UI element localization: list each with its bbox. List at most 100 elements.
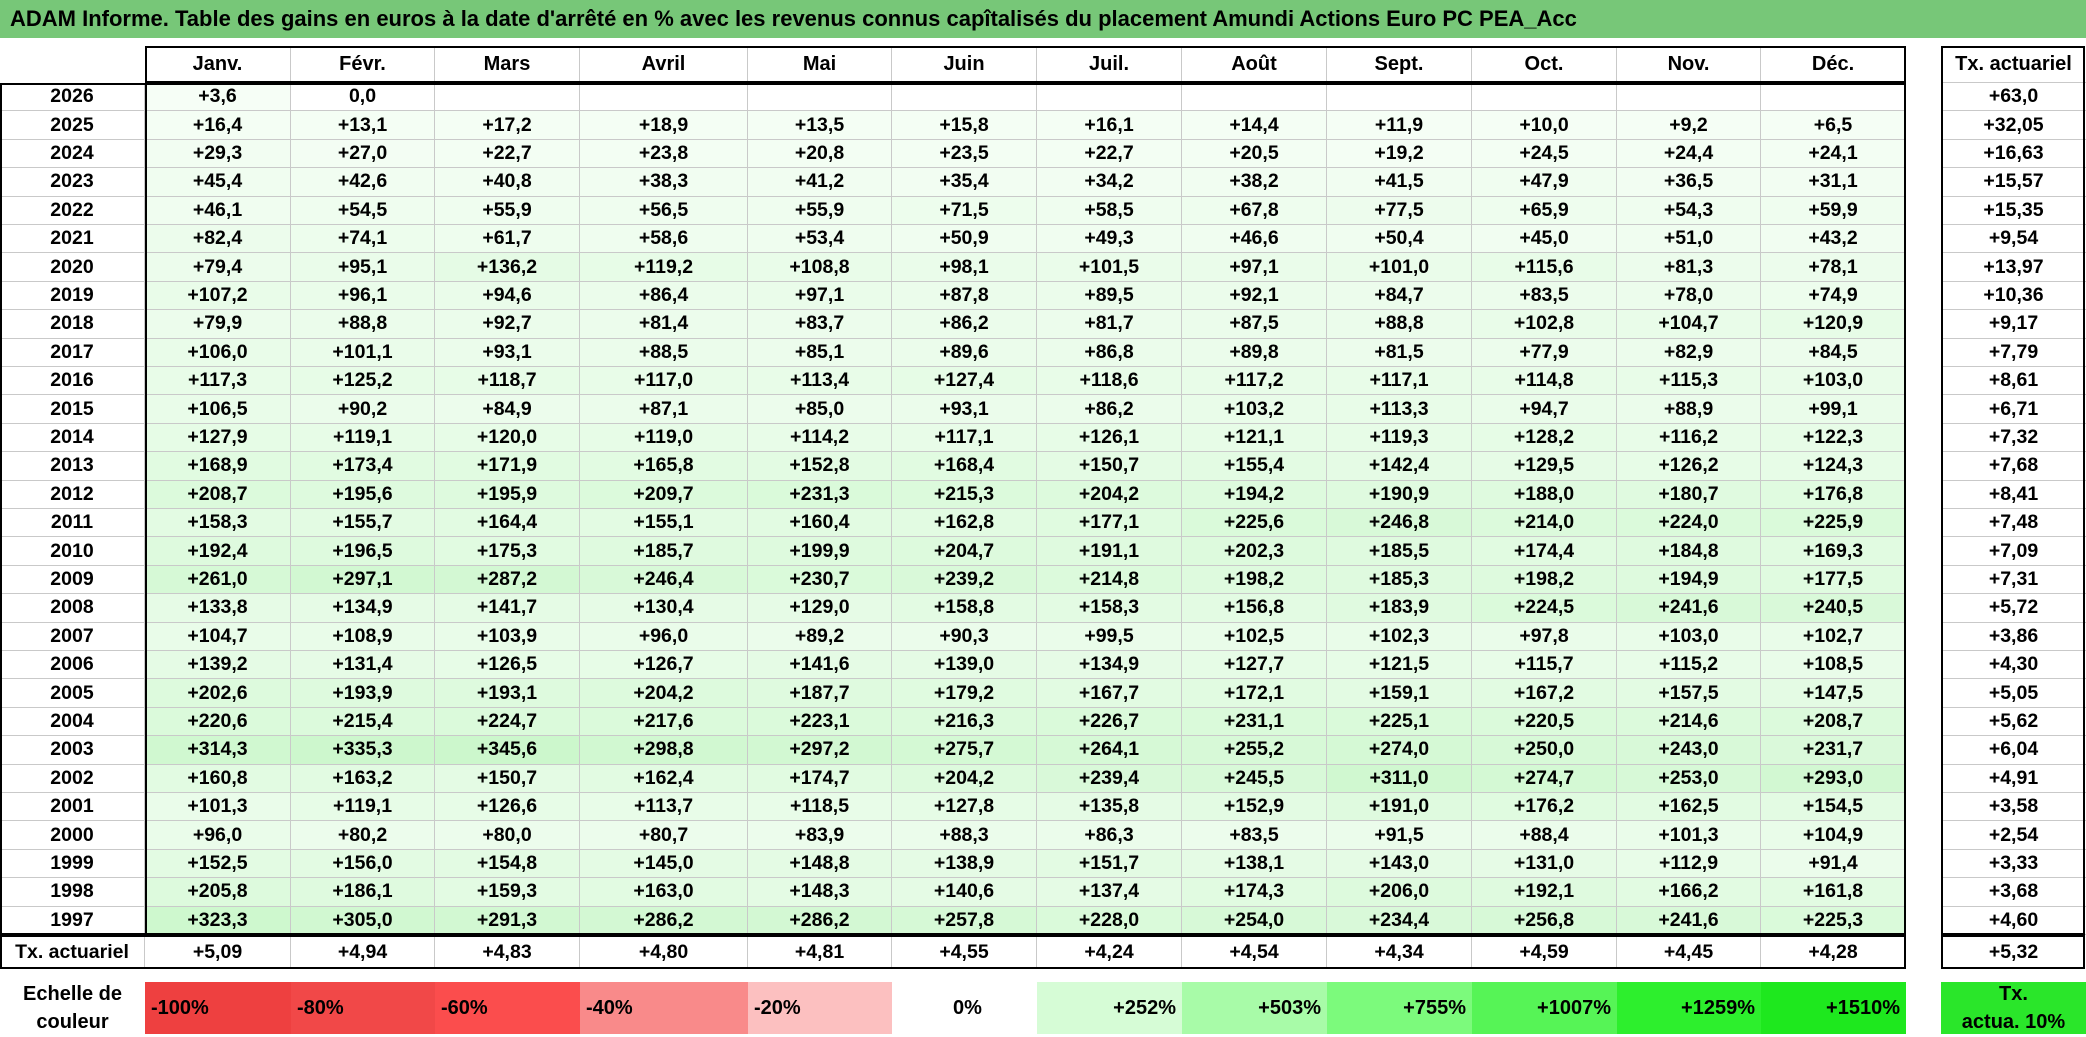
gain-cell: +117,0 (580, 367, 748, 396)
gain-cell: +16,4 (145, 111, 291, 140)
legend-swatch: -40% (580, 982, 748, 1034)
gain-cell: +101,3 (145, 793, 291, 822)
gain-cell: +134,9 (291, 594, 435, 623)
gain-cell: +208,7 (1761, 707, 1906, 737)
gain-cell: +81,7 (1037, 310, 1182, 339)
year-cell: 2026 (0, 83, 145, 112)
gain-cell: +215,4 (291, 707, 435, 737)
year-cell: 2011 (0, 509, 145, 538)
gain-cell: +156,0 (291, 849, 435, 879)
gain-cell: +126,5 (435, 651, 580, 680)
legend-label: Echelle de couleur (0, 982, 145, 1034)
gain-cell: +150,7 (435, 764, 580, 793)
gain-cell: +78,0 (1617, 281, 1761, 311)
gain-cell: +157,5 (1617, 679, 1761, 708)
gain-cell: +83,7 (748, 310, 892, 339)
gain-cell: +71,5 (892, 196, 1037, 225)
rate-cell: +7,32 (1941, 424, 2086, 453)
year-cell: 2021 (0, 225, 145, 254)
gain-cell: +18,9 (580, 111, 748, 140)
gain-cell: +223,1 (748, 707, 892, 737)
gain-cell: +139,2 (145, 651, 291, 680)
year-cell: 1998 (0, 878, 145, 907)
gain-cell: +53,4 (748, 225, 892, 254)
year-cell: 2015 (0, 395, 145, 424)
gain-cell: +195,9 (435, 480, 580, 509)
gain-cell: +11,9 (1327, 111, 1472, 140)
gain-cell: +97,8 (1472, 622, 1617, 651)
gain-cell: +86,4 (580, 281, 748, 311)
gain-cell: +214,8 (1037, 565, 1182, 595)
legend-label-line: Echelle de (23, 983, 122, 1005)
gain-cell: +335,3 (291, 736, 435, 765)
gain-cell: +97,1 (748, 281, 892, 311)
rate-cell: +5,05 (1941, 679, 2086, 708)
gain-cell: +113,7 (580, 793, 748, 822)
gain-cell: +192,1 (1472, 878, 1617, 907)
gain-cell: +126,6 (435, 793, 580, 822)
gain-cell: +275,7 (892, 736, 1037, 765)
gain-cell (892, 83, 1037, 112)
gain-cell: +101,0 (1327, 253, 1472, 282)
year-cell: 2019 (0, 281, 145, 311)
year-cell: 2006 (0, 651, 145, 680)
gain-cell: +323,3 (145, 906, 291, 935)
gain-cell: +202,3 (1182, 537, 1327, 566)
gain-cell: +176,2 (1472, 793, 1617, 822)
rate-cell: +5,62 (1941, 708, 2086, 737)
footer-total-rate: +5,32 (1988, 940, 2039, 963)
footer-label: Tx. actuariel (0, 935, 145, 969)
gain-cell: +254,0 (1182, 906, 1327, 935)
gain-cell: +116,2 (1617, 423, 1761, 453)
gain-cell: +166,2 (1617, 878, 1761, 907)
gain-cell: +131,4 (291, 651, 435, 680)
footer-rate-cell: +4,28 (1761, 935, 1906, 969)
gain-cell: +214,0 (1472, 509, 1617, 538)
gain-cell: +202,6 (145, 679, 291, 708)
gain-cell: +77,9 (1472, 338, 1617, 367)
gain-cell: +95,1 (291, 253, 435, 282)
gain-cell: +77,5 (1327, 196, 1472, 225)
gain-cell: +81,4 (580, 310, 748, 339)
gain-cell: +138,1 (1182, 849, 1327, 879)
rate-cell: +15,35 (1941, 197, 2086, 225)
gain-cell: +103,2 (1182, 395, 1327, 424)
gain-cell: +209,7 (580, 480, 748, 509)
gain-cell: +155,1 (580, 509, 748, 538)
gain-cell: +22,7 (435, 139, 580, 169)
gain-cell: +159,3 (435, 878, 580, 907)
gain-cell: +24,5 (1472, 139, 1617, 169)
gain-cell: +174,7 (748, 764, 892, 793)
gain-cell: +158,3 (1037, 594, 1182, 623)
gain-cell: +127,8 (892, 793, 1037, 822)
gain-cell: +234,4 (1327, 906, 1472, 935)
gain-cell: +94,7 (1472, 395, 1617, 424)
gain-cell: +10,0 (1472, 111, 1617, 140)
rate-cell: +63,0 (1941, 83, 2086, 112)
gain-cell: +225,1 (1327, 707, 1472, 737)
gain-cell: +6,5 (1761, 111, 1906, 140)
gain-cell: +192,4 (145, 537, 291, 566)
month-header: Juil. (1037, 46, 1182, 83)
gain-cell: +122,3 (1761, 423, 1906, 453)
legend-swatch: +1259% (1617, 982, 1761, 1034)
gain-cell: +45,4 (145, 168, 291, 197)
year-cell: 2010 (0, 537, 145, 566)
footer-rate-cell: +4,80 (580, 935, 748, 969)
gain-cell: +85,0 (748, 395, 892, 424)
gain-cell: +239,2 (892, 565, 1037, 595)
gain-cell: +141,6 (748, 651, 892, 680)
gain-cell: +130,4 (580, 594, 748, 623)
gain-cell: +125,2 (291, 367, 435, 396)
gain-cell: +114,8 (1472, 367, 1617, 396)
gain-cell: +204,2 (1037, 480, 1182, 509)
gain-cell: +169,3 (1761, 537, 1906, 566)
gain-cell: +241,6 (1617, 906, 1761, 935)
gain-cell: +88,3 (892, 821, 1037, 850)
gain-cell: +101,3 (1617, 821, 1761, 850)
gain-cell: +107,2 (145, 281, 291, 311)
gain-cell: +86,3 (1037, 821, 1182, 850)
gain-cell: +204,7 (892, 537, 1037, 566)
gain-cell: +82,4 (145, 225, 291, 254)
rate-cell: +4,30 (1941, 651, 2086, 680)
